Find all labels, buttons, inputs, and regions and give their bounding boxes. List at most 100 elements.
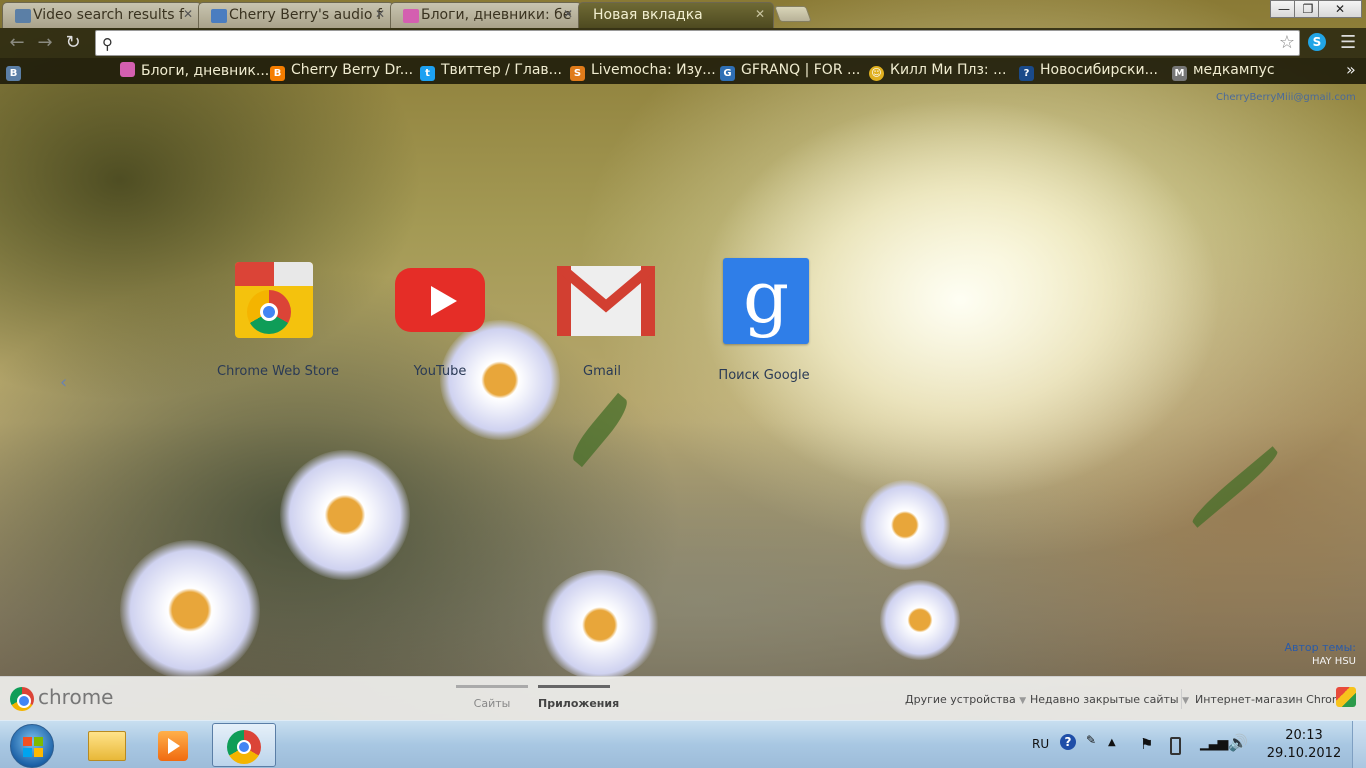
account-email[interactable]: CherryBerryMiii@gmail.com [1216,92,1356,103]
show-hidden-icons-icon[interactable]: ▲ [1108,737,1116,768]
omnibox[interactable]: ⚲ ☆ [95,30,1300,56]
tab-title: Блоги, дневники: бе [421,7,572,23]
bookmark-label: Блоги, дневник... [141,63,270,79]
bookmark-label: GFRANQ | FOR ... [741,62,861,78]
theme-author-name[interactable]: HAY HSU [1285,656,1356,667]
tab-indicator [538,685,610,688]
tab-title: Новая вкладка [593,7,703,23]
battery-icon[interactable] [1170,737,1181,755]
bookmark-gfranq[interactable]: G GFRANQ | FOR ... [720,62,861,81]
close-icon[interactable]: ✕ [375,7,385,21]
tab-title: Video search results f [33,7,184,23]
address-input[interactable] [122,34,1272,52]
bookmark-label: Твиттер / Глав... [441,62,562,78]
bookmark-label: Килл Ми Плз: ... [890,62,1007,78]
twitter-icon: t [420,66,435,81]
tab-cherry-berry-audio[interactable]: Cherry Berry's audio f ✕ [198,2,394,28]
menu-icon[interactable]: ☰ [1340,32,1356,53]
star-icon[interactable]: ☆ [1279,32,1295,53]
diary-icon [120,62,135,77]
tab-apps[interactable]: Приложения [538,685,619,710]
start-button[interactable] [10,724,54,768]
app-gmail[interactable]: Gmail [527,258,677,379]
app-label: Поиск Google [718,368,810,383]
chevron-right-icon[interactable]: » [1346,60,1356,79]
flower-decoration [120,540,260,680]
skype-icon[interactable]: S [1308,33,1326,51]
vk-icon [15,9,31,23]
app-label: Gmail [583,364,621,379]
chevron-down-icon: ▼ [1019,696,1027,706]
explorer-taskbar-button[interactable] [74,723,138,767]
app-chrome-web-store[interactable]: Chrome Web Store [203,258,353,379]
tab-video-search[interactable]: Video search results f ✕ [2,2,202,28]
tab-label: Сайты [473,697,511,710]
recently-closed-menu[interactable]: Недавно закрытые сайты ▼ [1030,693,1189,706]
app-youtube[interactable]: YouTube [365,258,515,379]
help-icon[interactable]: ? [1060,734,1076,750]
bookmark-twitter[interactable]: t Твиттер / Глав... [420,62,562,81]
bookmark-cherry-berry[interactable]: B Cherry Berry Dr... [270,62,414,81]
tab-new-tab[interactable]: Новая вкладка ✕ [578,2,774,28]
flower-decoration [880,580,960,660]
forward-button[interactable]: → [34,32,56,54]
volume-icon[interactable]: 🔊 [1228,733,1248,768]
show-desktop-button[interactable] [1352,721,1366,768]
bookmark-kill-me[interactable]: ☺ Килл Ми Плз: ... [869,62,1007,81]
bookmark-label: Новосибирски... [1040,62,1158,78]
bookmark-label: Cherry Berry Dr... [291,62,414,78]
new-tab-button[interactable] [774,6,812,22]
bookmark-novosibirsk[interactable]: ? Новосибирски... [1019,62,1158,81]
bookmark-vk[interactable]: В [6,62,27,81]
close-icon[interactable]: ✕ [183,7,193,21]
search-icon: ⚲ [102,35,113,53]
chrome-taskbar-button[interactable] [212,723,276,767]
theme-author-label: Автор темы: [1284,641,1357,654]
livemocha-icon: S [570,66,585,81]
close-icon[interactable]: ✕ [563,7,573,21]
windows-taskbar: RU ? ✎ ▲ ⚑ ▁▃▅ 🔊 20:13 29.10.2012 [0,720,1366,768]
chrome-wordmark: chrome [38,685,114,709]
network-pen-icon[interactable]: ✎ [1086,733,1096,768]
back-button[interactable]: ← [6,32,28,54]
nsk-icon: ? [1019,66,1034,81]
video-icon [211,9,227,23]
google-search-icon: g [719,258,809,344]
close-window-button[interactable]: ✕ [1318,0,1362,18]
tab-title: Cherry Berry's audio f [229,7,382,23]
windows-logo-icon [23,737,43,757]
other-devices-menu[interactable]: Другие устройства ▼ [905,693,1026,706]
tab-indicator [456,685,528,688]
flower-decoration [280,450,410,580]
web-store-link[interactable]: Интернет-магазин Chrome [1195,693,1349,706]
close-icon[interactable]: ✕ [755,7,765,21]
gfranq-icon: G [720,66,735,81]
action-center-flag-icon[interactable]: ⚑ [1140,735,1153,768]
app-google-search[interactable]: g Поиск Google [689,258,839,383]
tab-sites[interactable]: Сайты [456,685,528,710]
language-indicator[interactable]: RU [1032,737,1049,768]
explorer-icon [88,731,126,761]
medcampus-icon: M [1172,66,1187,81]
chevron-left-icon[interactable]: ‹ [60,372,67,393]
bookmarks-bar: В Блоги, дневник... B Cherry Berry Dr... … [0,58,1366,84]
tab-strip: Video search results f ✕ Cherry Berry's … [0,0,1366,28]
blogger-icon: B [270,66,285,81]
bookmark-blogs[interactable]: Блоги, дневник... [120,62,269,80]
web-store-icon[interactable] [1336,687,1356,707]
chrome-logo-icon [10,687,34,711]
flower-decoration [860,480,950,570]
ntp-footer: chrome Сайты Приложения Другие устройств… [0,676,1366,720]
theme-author: Автор темы: HAY HSU [1285,641,1357,667]
tab-blogs[interactable]: Блоги, дневники: бе ✕ [390,2,582,28]
smiley-icon: ☺ [869,66,884,81]
bookmark-medcampus[interactable]: Mмедкампус [1172,62,1275,81]
signal-icon[interactable]: ▁▃▅ [1200,735,1228,768]
reload-button[interactable]: ↻ [62,32,84,54]
bookmark-livemocha[interactable]: S Livemocha: Изу... [570,62,716,81]
clock-time: 20:13 [1285,728,1323,743]
clock[interactable]: 20:13 29.10.2012 [1266,727,1342,763]
chevron-down-icon: ▼ [1182,696,1189,706]
youtube-icon [395,258,485,344]
media-player-taskbar-button[interactable] [140,723,204,767]
